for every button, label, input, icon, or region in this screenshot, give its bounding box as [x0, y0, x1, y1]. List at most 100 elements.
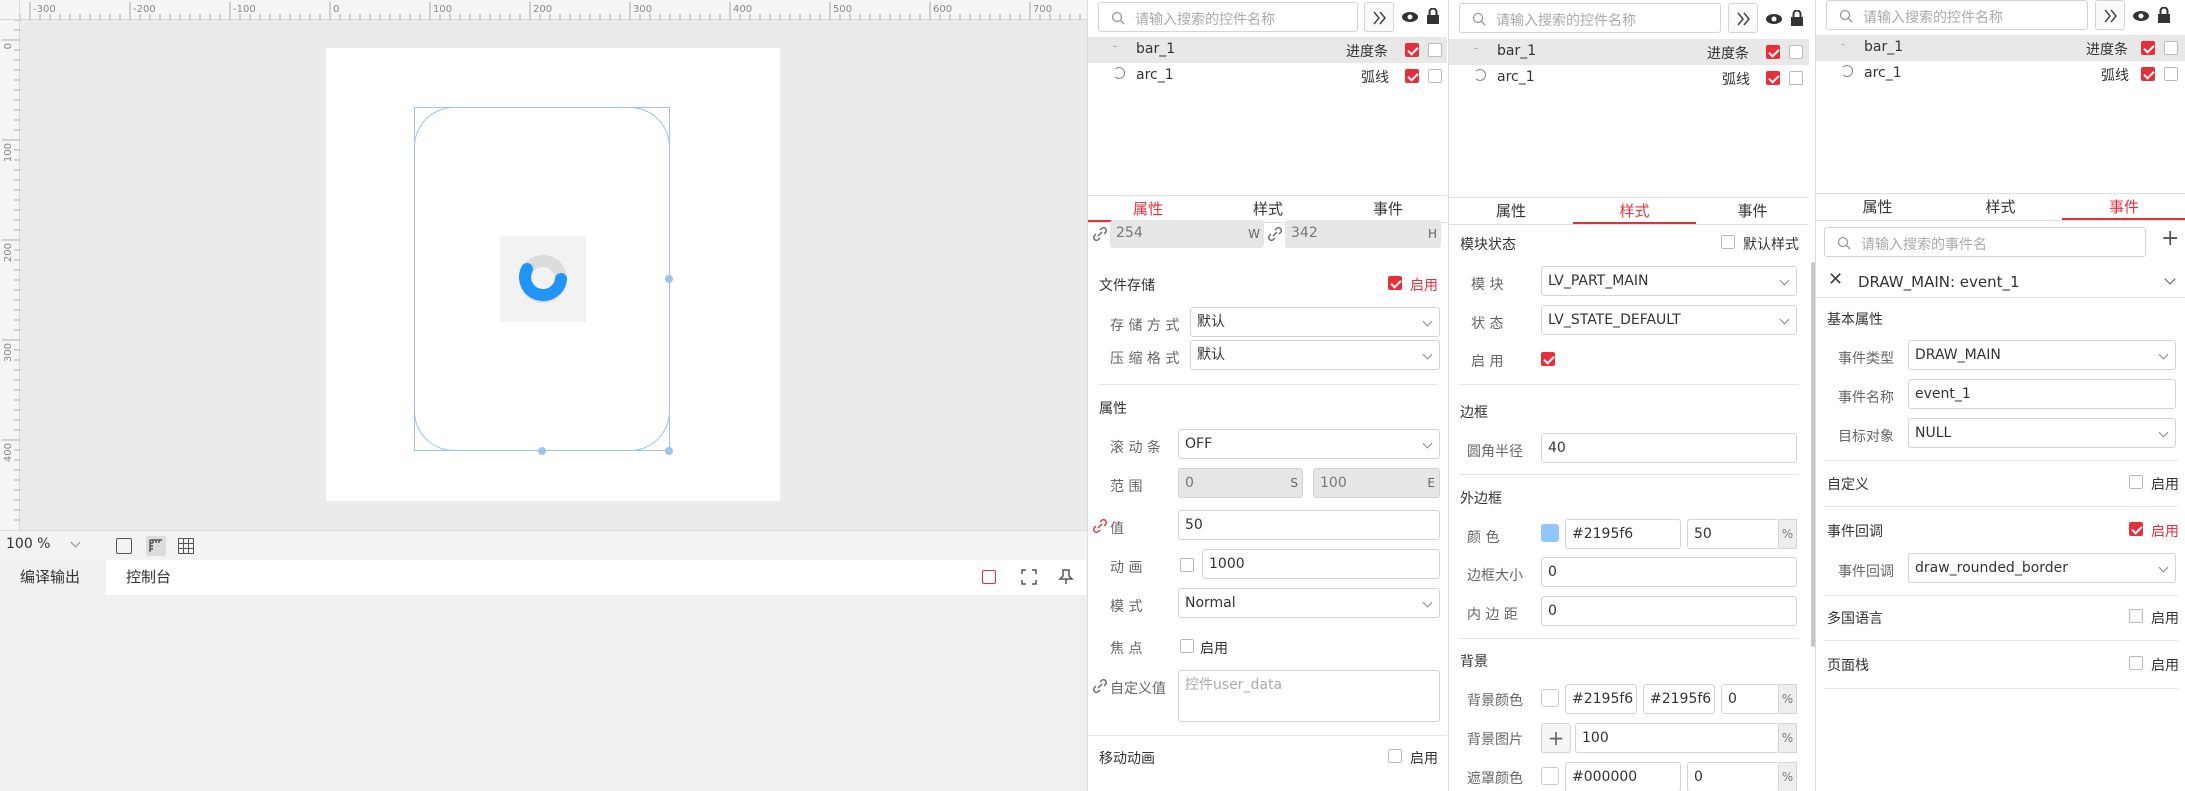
lock-checkbox[interactable] [1789, 45, 1803, 59]
file-storage-enable-checkbox[interactable] [1388, 276, 1402, 290]
tab-events[interactable]: 事件 [1696, 198, 1809, 224]
mask-color-swatch[interactable] [1541, 767, 1559, 785]
clear-icon[interactable] [982, 570, 996, 584]
lock-checkbox[interactable] [2164, 67, 2178, 81]
widget-search-input[interactable]: 请输入搜索的控件名称 [1098, 2, 1358, 32]
range-start-input[interactable]: 0S [1178, 468, 1303, 498]
outline-pad-input[interactable]: 0 [1541, 596, 1797, 626]
lock-checkbox[interactable] [1428, 43, 1442, 57]
lock-icon[interactable] [1790, 10, 1804, 26]
visible-checkbox[interactable] [1766, 71, 1780, 85]
resize-handle-right[interactable] [665, 275, 673, 283]
eye-icon[interactable] [2132, 9, 2150, 23]
lock-checkbox[interactable] [2164, 41, 2178, 55]
target-select[interactable]: NULL [1908, 418, 2176, 448]
module-select[interactable]: LV_PART_MAIN [1541, 266, 1797, 296]
ruler-toggle-icon[interactable] [146, 536, 166, 556]
collapse-button[interactable] [1728, 3, 1758, 33]
design-canvas[interactable]: -300 -200 -100 0 100 200 300 400 500 600 700 0 100 2… [0, 0, 1087, 530]
widget-row-arc[interactable]: arc_1 弧线 [1816, 61, 2185, 87]
bg-color-swatch[interactable] [1541, 689, 1559, 707]
lock-icon[interactable] [2157, 7, 2171, 23]
eye-icon[interactable] [1401, 10, 1419, 24]
widget-row-arc[interactable]: arc_1 弧线 [1449, 65, 1809, 91]
bg-color-input[interactable]: #2195f6 [1565, 684, 1637, 714]
tab-events[interactable]: 事件 [2062, 194, 2185, 220]
widget-row-bar[interactable]: ⎯ bar_1 进度条 [1088, 37, 1447, 63]
eye-icon[interactable] [1765, 12, 1783, 26]
tab-properties[interactable]: 属性 [1816, 194, 1939, 220]
move-animation-checkbox[interactable] [1388, 749, 1402, 763]
state-enable-checkbox[interactable] [1541, 352, 1555, 366]
tab-properties[interactable]: 属性 [1088, 196, 1208, 222]
bg-grad-color-input[interactable]: #2195f6 [1643, 684, 1715, 714]
resize-handle-corner[interactable] [665, 447, 673, 455]
zoom-select[interactable]: 100 % [6, 536, 86, 556]
height-input[interactable]: 342 H [1285, 220, 1441, 248]
lock-checkbox[interactable] [1428, 69, 1442, 83]
visible-checkbox[interactable] [1405, 69, 1419, 83]
callback-checkbox[interactable] [2129, 522, 2143, 536]
grid-icon[interactable] [178, 538, 194, 554]
visible-checkbox[interactable] [2141, 67, 2155, 81]
tab-style[interactable]: 样式 [1573, 198, 1696, 224]
chevron-down-icon[interactable] [2164, 273, 2176, 285]
link-icon[interactable] [1267, 226, 1283, 242]
pin-icon[interactable] [1058, 569, 1074, 585]
outline-size-input[interactable]: 0 [1541, 557, 1797, 587]
lock-icon[interactable] [1426, 8, 1440, 24]
state-select[interactable]: LV_STATE_DEFAULT [1541, 305, 1797, 335]
tab-console[interactable]: 控制台 [106, 560, 1086, 595]
add-event-button[interactable]: + [2161, 226, 2179, 251]
outline-color-input[interactable]: #2195f6 [1565, 519, 1681, 549]
tab-events[interactable]: 事件 [1328, 196, 1447, 222]
resize-handle-bottom[interactable] [538, 447, 546, 455]
visible-checkbox[interactable] [2141, 41, 2155, 55]
frame-icon[interactable] [116, 538, 132, 554]
outline-color-swatch[interactable] [1541, 524, 1559, 542]
callback-select[interactable]: draw_rounded_border [1908, 553, 2176, 583]
link-icon[interactable] [1092, 226, 1108, 242]
custom-checkbox[interactable] [2129, 475, 2143, 489]
widget-search-input[interactable]: 请输入搜索的控件名称 [1459, 3, 1721, 33]
collapse-button[interactable] [1364, 2, 1394, 32]
event-name-input[interactable]: event_1 [1908, 379, 2176, 409]
event-type-select[interactable]: DRAW_MAIN [1908, 340, 2176, 370]
tab-style[interactable]: 样式 [1939, 194, 2062, 220]
page-stack-checkbox[interactable] [2129, 656, 2143, 670]
visible-checkbox[interactable] [1405, 43, 1419, 57]
storage-select[interactable]: 默认 [1190, 307, 1440, 337]
outline-opacity-input[interactable]: 50 [1687, 519, 1779, 549]
mask-color-input[interactable]: #000000 [1565, 762, 1681, 791]
width-input[interactable]: 254 W [1110, 220, 1264, 248]
add-image-button[interactable]: + [1541, 723, 1571, 753]
visible-checkbox[interactable] [1766, 45, 1780, 59]
custom-value-textarea[interactable]: 控件user_data [1178, 670, 1440, 722]
arc-widget[interactable] [500, 236, 586, 322]
event-search-input[interactable]: 请输入搜索的事件名 [1824, 227, 2146, 257]
lock-checkbox[interactable] [1789, 71, 1803, 85]
widget-search-input[interactable]: 请输入搜索的控件名称 [1826, 0, 2088, 30]
tab-style[interactable]: 样式 [1208, 196, 1328, 222]
mask-opacity-input[interactable]: 0 [1687, 762, 1779, 791]
tab-compile-output[interactable]: 编译输出 [0, 560, 101, 595]
link-icon[interactable] [1092, 518, 1108, 534]
i18n-checkbox[interactable] [2129, 609, 2143, 623]
compress-select[interactable]: 默认 [1190, 340, 1440, 370]
widget-row-bar[interactable]: ⎯ bar_1 进度条 [1816, 35, 2185, 61]
scrollbar-select[interactable]: OFF [1178, 429, 1440, 459]
widget-row-arc[interactable]: arc_1 弧线 [1088, 63, 1447, 89]
animation-time-input[interactable]: 1000 [1202, 549, 1440, 579]
collapse-button[interactable] [2095, 0, 2125, 30]
focus-checkbox[interactable] [1180, 639, 1194, 653]
mode-select[interactable]: Normal [1178, 588, 1440, 618]
close-icon[interactable]: ✕ [1828, 269, 1843, 290]
animation-checkbox[interactable] [1180, 558, 1194, 572]
event-header[interactable]: ✕ DRAW_MAIN: event_1 [1816, 266, 2185, 298]
expand-icon[interactable] [1021, 569, 1037, 585]
bg-image-opacity-input[interactable]: 100 [1575, 723, 1779, 753]
tab-properties[interactable]: 属性 [1449, 198, 1573, 224]
bg-opacity-input[interactable]: 0 [1721, 684, 1779, 714]
range-end-input[interactable]: 100 E [1313, 468, 1440, 498]
link-icon[interactable] [1092, 678, 1108, 694]
